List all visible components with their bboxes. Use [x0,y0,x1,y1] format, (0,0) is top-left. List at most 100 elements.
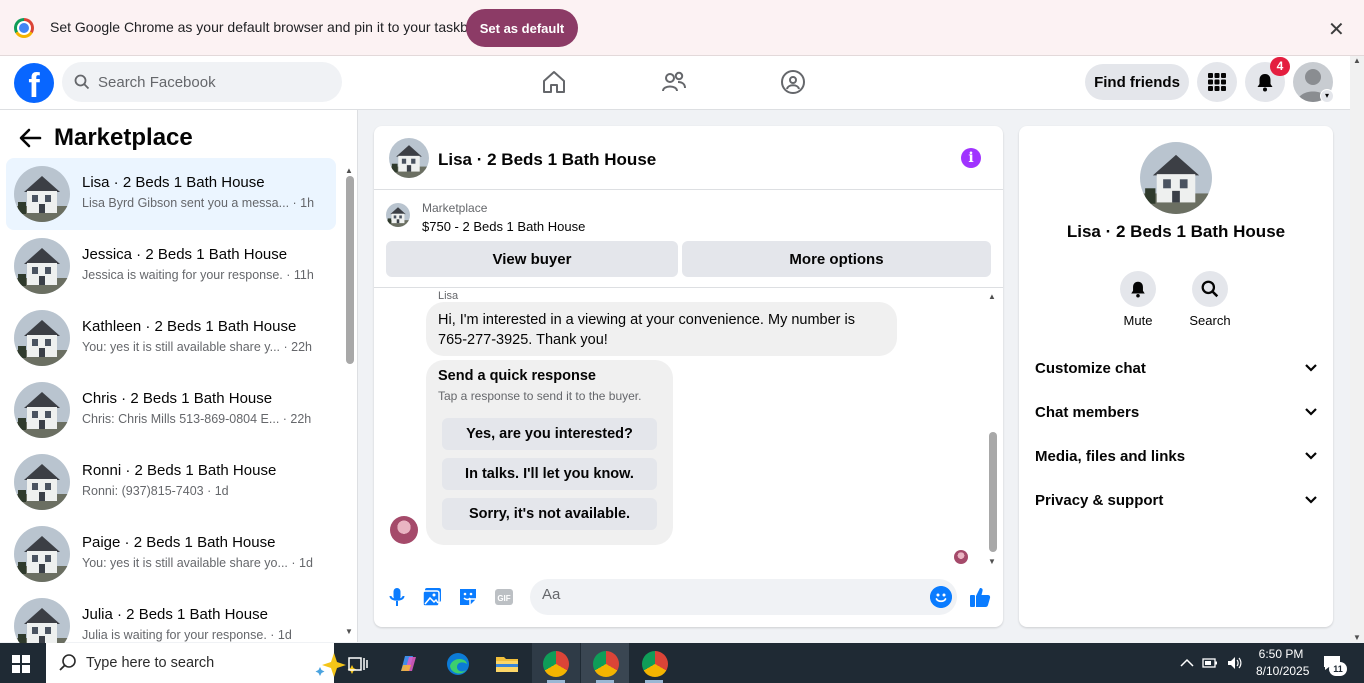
message-thread: Lisa Hi, I'm interested in a viewing at … [374,288,1003,570]
conversation-item[interactable]: Jessica · 2 Beds 1 Bath House Jessica is … [6,230,336,302]
copilot-icon[interactable] [395,651,421,677]
back-arrow-icon[interactable] [18,128,42,148]
privacy-support-section[interactable]: Privacy & support [1035,486,1317,514]
emoji-icon[interactable] [930,586,952,608]
account-chevron-icon[interactable]: ▾ [1320,89,1334,103]
thumbs-up-icon[interactable] [968,585,992,609]
listing-price[interactable]: $750 - 2 Beds 1 Bath House [422,219,585,234]
home-icon[interactable] [541,69,567,95]
chrome-profile-icon[interactable] [543,651,569,677]
conversation-name: Chris · 2 Beds 1 Bath House [82,390,273,407]
media-files-links-section[interactable]: Media, files and links [1035,442,1317,470]
battery-icon[interactable] [1202,655,1218,671]
details-title[interactable]: Lisa · 2 Beds 1 Bath House [1019,222,1333,242]
scrollbar-thumb[interactable] [989,432,997,552]
section-label: Privacy & support [1035,491,1164,509]
chat-listing-thumbnail[interactable] [389,138,429,178]
taskbar-search[interactable]: Type here to search [46,643,357,683]
file-explorer-icon[interactable] [494,651,520,677]
conversation-name: Ronni · 2 Beds 1 Bath House [82,462,277,479]
quick-response-title: Send a quick response [438,368,596,384]
menu-button[interactable] [1197,62,1237,102]
mute-button[interactable]: Mute [1108,271,1168,328]
quick-response-in-talks[interactable]: In talks. I'll let you know. [442,458,657,490]
taskbar-clock[interactable]: 6:50 PM 8/10/2025 [1256,646,1309,680]
seen-indicator-avatar [954,550,968,564]
house-image [1140,142,1212,214]
conversation-thumbnail [14,238,70,294]
chevron-down-icon [1305,496,1317,504]
conversation-thumbnail [14,454,70,510]
taskbar-search-placeholder: Type here to search [86,655,215,671]
chrome-profile-icon[interactable] [593,651,619,677]
conversation-preview: Lisa Byrd Gibson sent you a messa... · 1… [82,196,315,210]
search-input[interactable] [98,73,318,91]
details-listing-thumbnail[interactable] [1140,142,1212,214]
chat-window: Lisa · 2 Beds 1 Bath House i Marketplace… [374,126,1003,627]
house-image [386,203,410,227]
house-image [14,454,70,510]
info-icon[interactable]: i [961,148,981,168]
windows-start-icon[interactable] [12,655,30,673]
facebook-search[interactable] [62,62,342,102]
house-image [14,238,70,294]
conversation-preview: Julia is waiting for your response. · 1d [82,628,292,642]
conversation-name: Kathleen · 2 Beds 1 Bath House [82,318,297,335]
page-scrollbar[interactable]: ▲ ▼ [1350,56,1364,642]
conversation-item[interactable]: Kathleen · 2 Beds 1 Bath House You: yes i… [6,302,336,374]
chat-scrollbar[interactable]: ▲ ▼ [988,292,998,566]
conversation-item[interactable]: Chris · 2 Beds 1 Bath House Chris: Chris … [6,374,336,446]
conversation-item[interactable]: Paige · 2 Beds 1 Bath House You: yes it i… [6,518,336,590]
quick-response-not-available[interactable]: Sorry, it's not available. [442,498,657,530]
conversation-list: Lisa · 2 Beds 1 Bath House Lisa Byrd Gibs… [6,158,336,662]
set-as-default-button[interactable]: Set as default [466,9,578,47]
conversation-thumbnail [14,382,70,438]
conversation-preview: Ronni: (937)815-7403 · 1d [82,484,229,498]
chrome-profile-icon[interactable] [642,651,668,677]
customize-chat-section[interactable]: Customize chat [1035,354,1317,382]
conversation-preview: Jessica is waiting for your response. · … [82,268,314,282]
house-image [14,526,70,582]
conversation-name: Julia · 2 Beds 1 Bath House [82,606,268,623]
conversation-thumbnail [14,310,70,366]
conversation-name: Paige · 2 Beds 1 Bath House [82,534,276,551]
message-input[interactable] [542,586,922,603]
inbox-scrollbar[interactable]: ▲ ▼ [345,166,355,636]
photo-icon[interactable] [421,586,443,608]
scrollbar-thumb[interactable] [346,176,354,364]
microphone-icon[interactable] [386,586,408,608]
facebook-header: f Find friends 4 ▾ [0,56,1364,110]
quick-response-yes[interactable]: Yes, are you interested? [442,418,657,450]
more-options-button[interactable]: More options [682,241,991,277]
chat-header: Lisa · 2 Beds 1 Bath House i [374,126,1003,190]
find-friends-button[interactable]: Find friends [1085,64,1189,100]
search-in-chat-button[interactable]: Search [1180,271,1240,328]
house-image [14,166,70,222]
groups-icon[interactable] [780,69,806,95]
conversation-item[interactable]: Ronni · 2 Beds 1 Bath House Ronni: (937)8… [6,446,336,518]
default-browser-infobar: Set Google Chrome as your default browse… [0,0,1364,56]
conversation-name: Jessica · 2 Beds 1 Bath House [82,246,288,263]
volume-icon[interactable] [1226,655,1242,671]
listing-thumbnail[interactable] [386,203,410,227]
sticker-icon[interactable] [457,586,479,608]
conversation-thumbnail [14,526,70,582]
chat-members-section[interactable]: Chat members [1035,398,1317,426]
message-input-wrapper[interactable] [530,579,957,615]
conversation-item[interactable]: Lisa · 2 Beds 1 Bath House Lisa Byrd Gibs… [6,158,336,230]
gif-icon[interactable]: GIF [493,586,515,608]
view-buyer-button[interactable]: View buyer [386,241,678,277]
edge-browser-icon[interactable] [445,651,471,677]
house-image [389,138,429,178]
notification-center-badge: 11 [1329,662,1347,676]
chevron-up-icon[interactable] [1179,655,1195,671]
conversation-preview: You: yes it is still available share y..… [82,340,312,354]
task-view-icon[interactable] [345,651,371,677]
sender-avatar[interactable] [390,516,418,544]
facebook-logo[interactable]: f [14,63,54,103]
infobar-close-icon[interactable]: ✕ [1328,17,1345,42]
chevron-down-icon [1305,364,1317,372]
infobar-message: Set Google Chrome as your default browse… [50,19,481,35]
chat-title[interactable]: Lisa · 2 Beds 1 Bath House [438,150,656,170]
friends-icon[interactable] [661,69,687,95]
